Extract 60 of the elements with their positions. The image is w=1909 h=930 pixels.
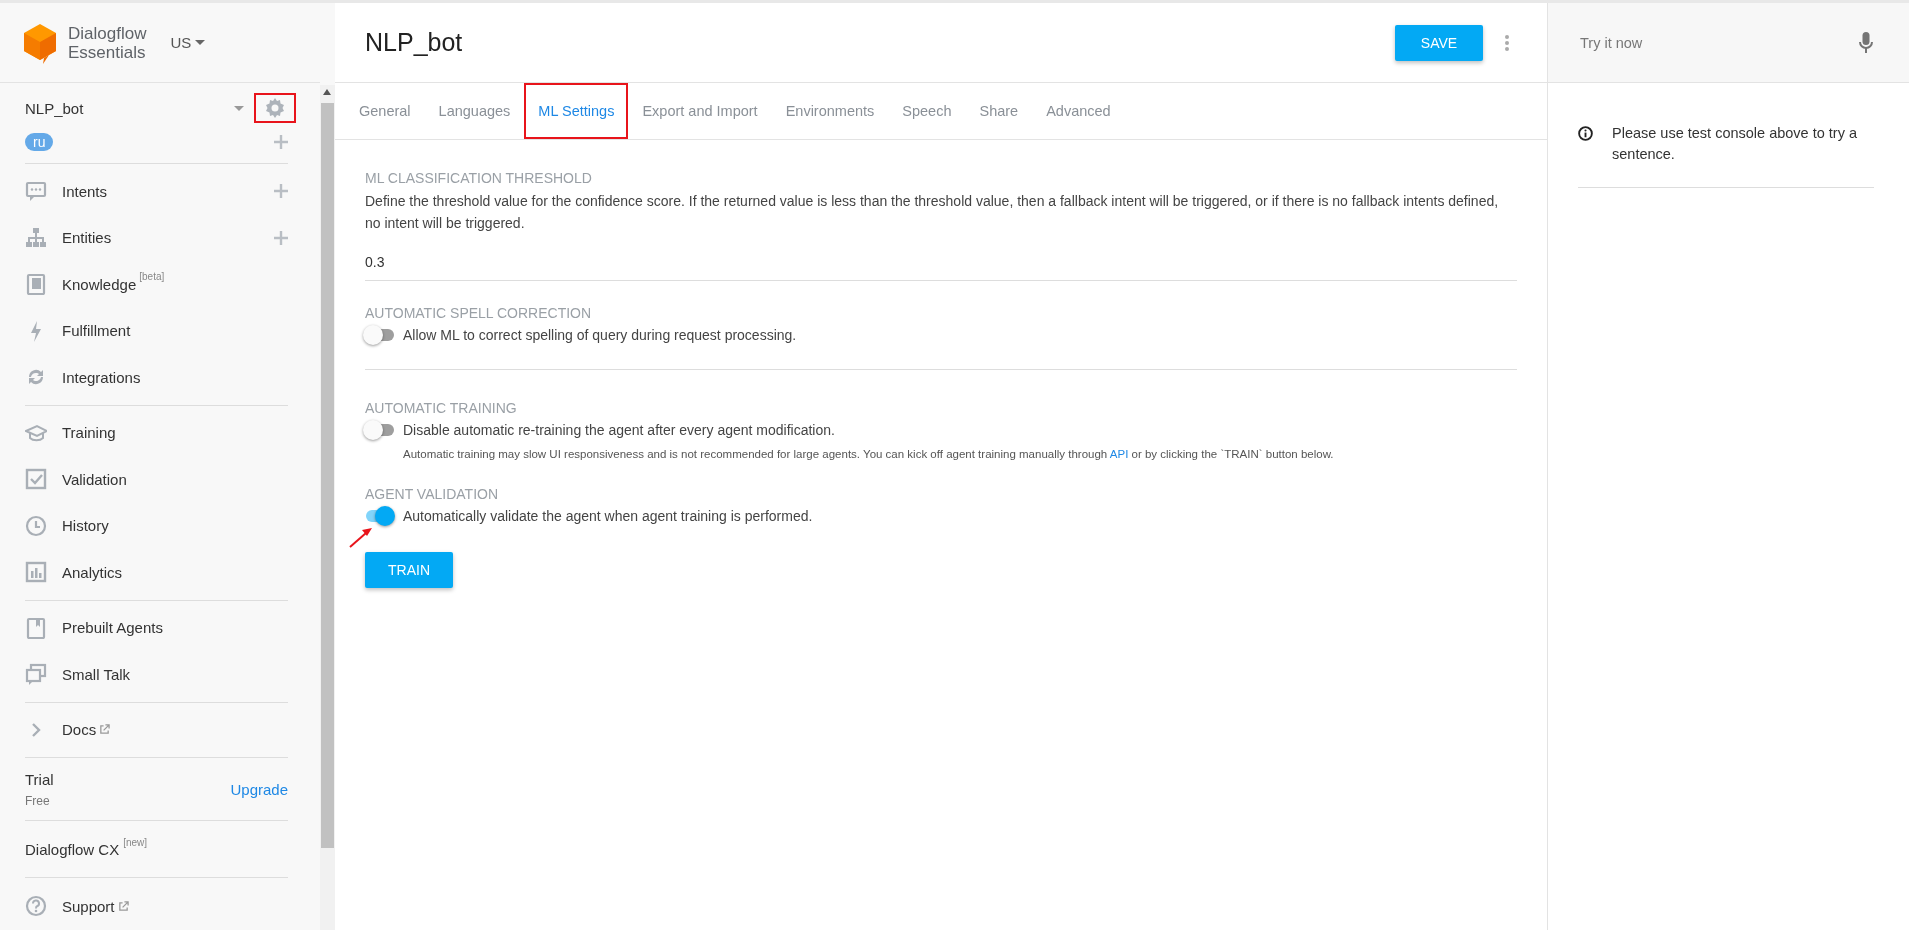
sidebar-item[interactable]: Prebuilt Agents <box>62 619 163 637</box>
toggle-label: Disable automatic re-training the agent after every agent modification. <box>403 422 835 438</box>
bookmark-book-icon <box>25 616 47 639</box>
section-description: Define the threshold value for the confidence score. If the returned value is less than the threshold value, then a fallback intent will be triggered, or if there is no fallback intents defined, no intent will be triggered. <box>365 192 1500 233</box>
section-heading: AGENT VALIDATION <box>365 486 500 502</box>
tab[interactable]: ML Settings <box>524 83 629 139</box>
chat-bubble-icon <box>25 180 47 203</box>
more-options-icon[interactable] <box>1505 34 1509 51</box>
plus-icon[interactable] <box>274 184 288 199</box>
api-link[interactable]: API <box>1109 448 1129 460</box>
hierarchy-icon <box>25 226 47 249</box>
sidebar-item[interactable]: History <box>62 517 109 535</box>
plan-type: Free <box>25 793 51 808</box>
sidebar-item[interactable]: Entities <box>62 229 112 247</box>
toggle-switch[interactable] <box>363 325 395 345</box>
dropdown-caret-icon[interactable] <box>234 105 244 111</box>
toggle-switch[interactable] <box>363 420 395 440</box>
sidebar-item[interactable]: Knowledge <box>62 275 137 293</box>
settings-icon[interactable] <box>265 98 285 118</box>
plus-icon[interactable] <box>274 230 288 245</box>
section-heading: AUTOMATIC SPELL CORRECTION <box>365 305 593 321</box>
chat-bubbles-icon <box>25 663 47 686</box>
sidebar-item[interactable]: Intents <box>62 182 108 200</box>
sidebar-item[interactable]: Small Talk <box>62 665 131 683</box>
agent-title: NLP_bot <box>365 28 464 57</box>
beta-tag: [beta] <box>139 271 165 282</box>
sidebar-item[interactable]: Docs <box>62 721 97 739</box>
section-heading: AUTOMATIC TRAINING <box>365 400 518 416</box>
sidebar-item[interactable]: Analytics <box>62 563 123 581</box>
sidebar-item[interactable]: Dialogflow CX <box>25 840 120 858</box>
product-name: Dialogflow Essentials <box>68 23 147 62</box>
toggle-label: Allow ML to correct spelling of query during request processing. <box>403 327 797 343</box>
plan-name: Trial <box>25 770 54 788</box>
cube-logo-icon <box>22 21 58 64</box>
scroll-up-arrow-icon[interactable] <box>323 89 331 95</box>
region-selector[interactable]: US <box>170 34 206 51</box>
scrollbar[interactable] <box>320 85 335 930</box>
sidebar-item[interactable]: Support <box>62 897 115 915</box>
book-icon <box>25 273 47 296</box>
agent-name[interactable]: NLP_bot <box>25 99 84 117</box>
dropdown-caret-icon <box>195 40 206 45</box>
threshold-input[interactable]: 0.3 <box>365 234 1517 281</box>
bar-chart-icon <box>25 561 47 584</box>
new-tag: [new] <box>123 837 148 848</box>
sidebar-item[interactable]: Integrations <box>62 368 141 386</box>
section-heading: ML CLASSIFICATION THRESHOLD <box>365 170 593 186</box>
test-input[interactable]: Try it now <box>1578 33 1859 52</box>
microphone-icon[interactable] <box>1859 31 1873 54</box>
info-icon <box>1578 126 1593 141</box>
upgrade-link[interactable]: Upgrade <box>230 780 288 798</box>
checkbox-icon <box>25 468 47 491</box>
sidebar-item[interactable]: Training <box>62 424 116 442</box>
sidebar-item[interactable]: Fulfillment <box>62 322 131 340</box>
help-icon <box>25 895 47 917</box>
info-message: Please use test console above to try a sentence. <box>1612 124 1859 164</box>
clock-icon <box>25 514 47 537</box>
plus-icon[interactable] <box>274 135 288 149</box>
help-text: Automatic training may slow UI responsiveness and is not recommended for large agents. You can kick off agent training manually through API or by clicking the `TRAIN` button below. <box>403 448 1335 460</box>
sidebar-item[interactable]: Validation <box>62 470 127 488</box>
toggle-label: Automatically validate the agent when agent training is performed. <box>403 508 813 524</box>
